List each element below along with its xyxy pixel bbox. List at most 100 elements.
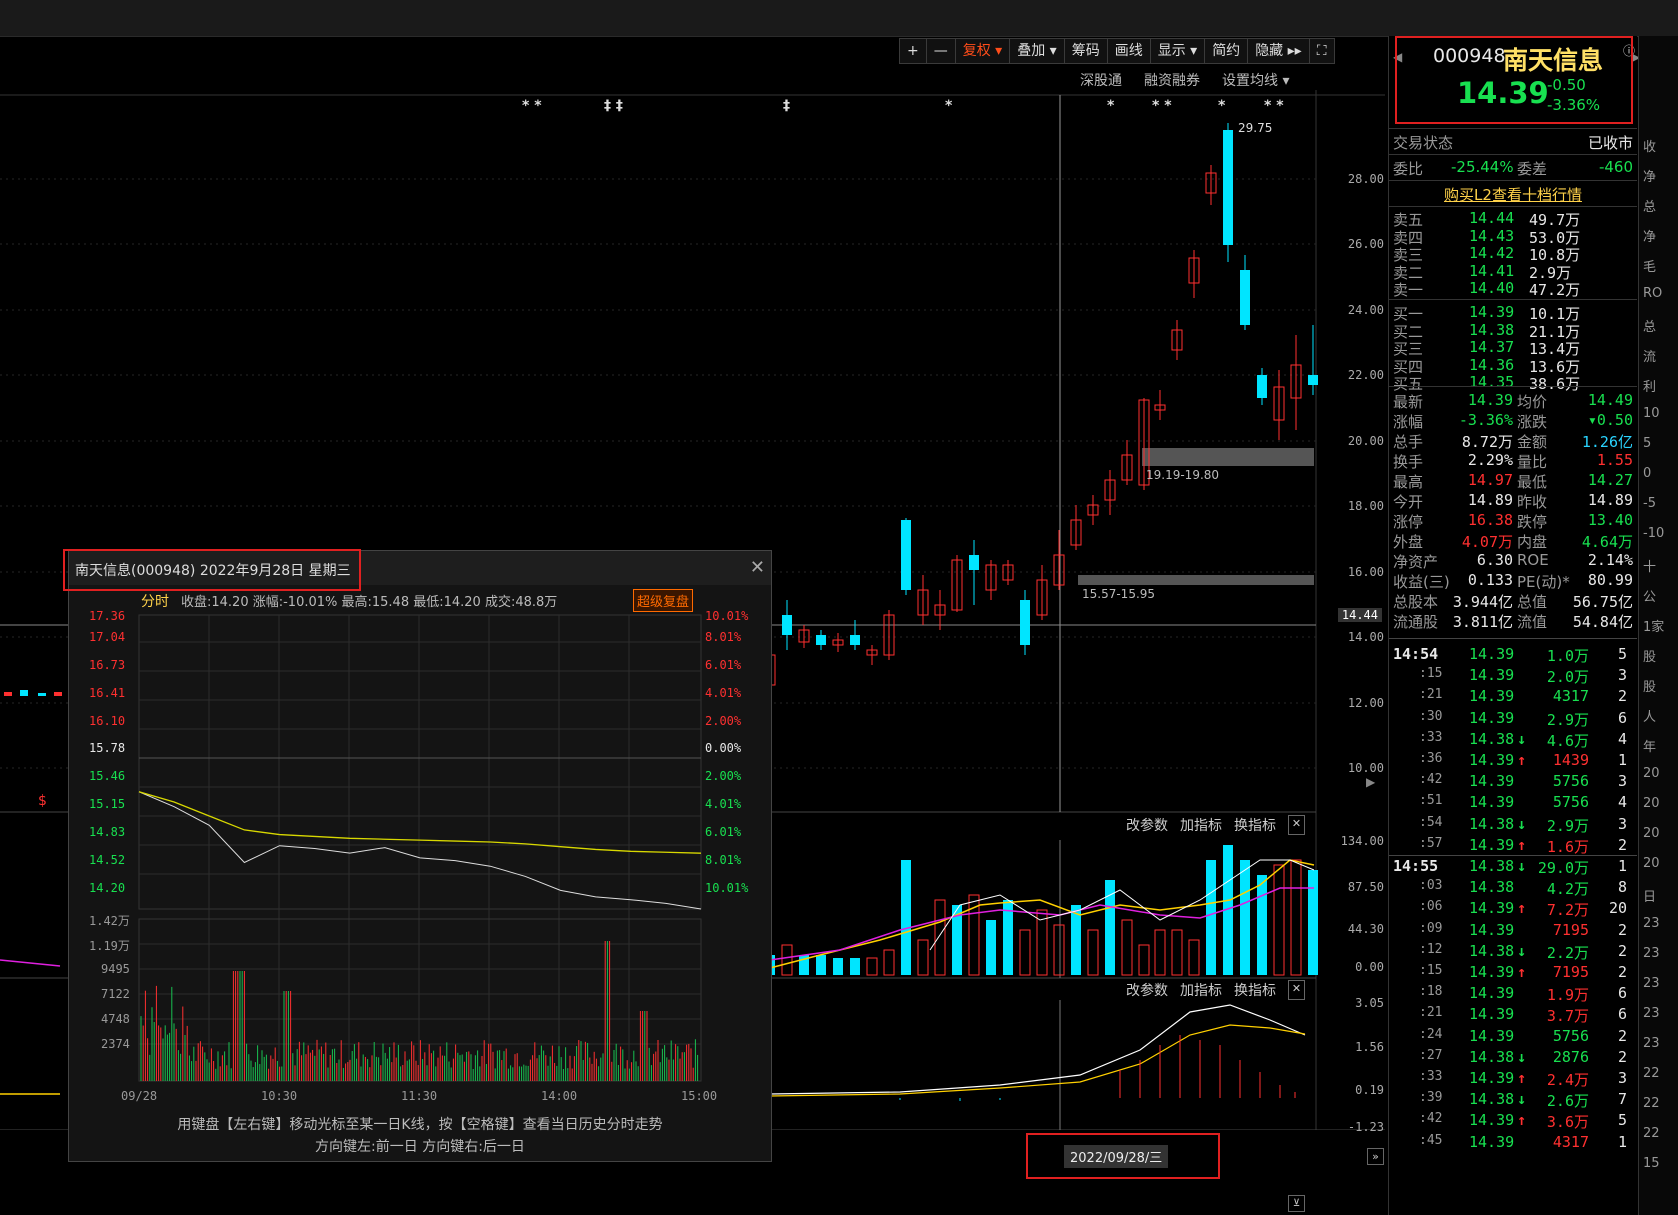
stat-value: 80.99 xyxy=(1587,571,1633,589)
stat-label: 跌停 xyxy=(1517,513,1548,531)
tick-count: 6 xyxy=(1617,1005,1627,1024)
volume-bar-down xyxy=(1257,875,1267,975)
volume-bar-down xyxy=(1105,880,1115,975)
divider xyxy=(1389,855,1637,856)
side-panel-text: 23 xyxy=(1643,976,1660,991)
tick-price: 14.39 xyxy=(1469,645,1515,663)
side-panel-text: 20 xyxy=(1643,826,1660,841)
tick-time: :45 xyxy=(1419,1132,1443,1148)
stat-label: 量比 xyxy=(1517,453,1548,471)
margin-link[interactable]: 融资融券 xyxy=(1144,70,1200,90)
tick-price: 14.38 xyxy=(1469,878,1515,897)
stat-value: 14.97 xyxy=(1467,471,1513,489)
tick-count: 8 xyxy=(1617,878,1627,897)
fuquan-dropdown[interactable]: 复权 ▾ xyxy=(954,38,1011,64)
zoom-in-button[interactable]: + xyxy=(899,38,927,64)
stat-value: ▾0.50 xyxy=(1587,411,1633,429)
stat-value: 14.49 xyxy=(1587,391,1633,409)
volume-bar-up xyxy=(781,944,793,976)
level-price: 14.36 xyxy=(1469,355,1515,374)
pct-tick: 4.01% xyxy=(705,686,742,700)
simple-button[interactable]: 简约 xyxy=(1204,38,1249,64)
tick-count: 2 xyxy=(1617,963,1627,981)
tick-price: 14.39 xyxy=(1469,963,1515,981)
stats-row: 涨停 16.38 跌停 13.40 xyxy=(1389,511,1637,531)
stat-label: 昨收 xyxy=(1517,493,1548,511)
draw-line-button[interactable]: 画线 xyxy=(1106,38,1151,64)
ma-settings-dropdown[interactable]: 设置均线 ▾ xyxy=(1222,70,1289,90)
pct-tick: 8.01% xyxy=(705,853,742,867)
price-tick: 16.41 xyxy=(89,686,126,700)
close-icon[interactable]: ✕ xyxy=(1288,815,1305,835)
pct-tick: 6.01% xyxy=(705,825,742,839)
close-icon[interactable]: ✕ xyxy=(1288,980,1305,1000)
vol-tick: 134.00 xyxy=(1340,834,1384,848)
tick-row: :27 14.38 ↓ 2876 2 xyxy=(1389,1048,1637,1070)
display-dropdown[interactable]: 显示 ▾ xyxy=(1149,38,1206,64)
macd-tick: 1.56 xyxy=(1355,1040,1384,1054)
hk-connect-link[interactable]: 深股通 xyxy=(1080,70,1122,90)
side-panel-text: 1家 xyxy=(1643,620,1665,635)
tick-volume: 1.0万 xyxy=(1546,647,1589,665)
tick-row: 14:55 14.38 ↓ 29.0万 1 xyxy=(1389,857,1637,879)
stat-value: 14.27 xyxy=(1587,471,1633,489)
stat-label: 涨停 xyxy=(1393,513,1424,531)
edit-params-button[interactable]: 改参数 xyxy=(1126,980,1168,1000)
candle-down xyxy=(1308,375,1318,385)
side-panel-text: 0 xyxy=(1643,466,1652,481)
tick-time: :36 xyxy=(1419,751,1443,766)
stat-label: 外盘 xyxy=(1393,533,1424,551)
zoom-out-button[interactable]: — xyxy=(925,38,956,64)
stat-value: -3.36% xyxy=(1458,411,1513,429)
price-tick: 15.15 xyxy=(89,797,126,811)
order-book-row: 买二 14.38 21.1万 xyxy=(1389,321,1637,341)
tick-list[interactable]: 14:54 14.39 1.0万 5:15 14.39 2.0万 3:21 14.39 4317… xyxy=(1389,638,1637,1151)
price-tick: 20.00 xyxy=(1347,434,1384,448)
edit-params-button[interactable]: 改参数 xyxy=(1126,815,1168,835)
add-indicator-button[interactable]: 加指标 xyxy=(1180,815,1222,835)
tick-volume: 7.2万 xyxy=(1546,901,1589,920)
stat-value: 0.133 xyxy=(1467,571,1513,589)
scroll-right-icon[interactable]: » xyxy=(1367,1148,1384,1165)
level-price: 14.39 xyxy=(1469,303,1515,321)
switch-indicator-button[interactable]: 换指标 xyxy=(1234,815,1276,835)
switch-indicator-button[interactable]: 换指标 xyxy=(1234,980,1276,1000)
tick-volume: 5756 xyxy=(1552,793,1589,812)
tick-count: 2 xyxy=(1617,1047,1627,1066)
tick-price: 14.38 xyxy=(1469,729,1515,748)
pct-tick: 2.00% xyxy=(705,714,742,728)
level-price: 14.40 xyxy=(1469,279,1515,297)
side-panel-text: 5 xyxy=(1643,436,1652,451)
level-price: 14.42 xyxy=(1469,244,1515,262)
hide-button[interactable]: 隐藏 ▸▸ xyxy=(1247,38,1310,64)
level-price: 14.41 xyxy=(1469,261,1515,280)
stats-row: 最新 14.39 均价 14.49 xyxy=(1389,391,1637,411)
collapse-panel-icon[interactable]: ▶ xyxy=(1366,775,1375,789)
avg-price-line xyxy=(138,791,702,854)
vol-tick: 9495 xyxy=(101,962,130,976)
tick-volume: 2.9万 xyxy=(1546,816,1589,835)
vol-indicator-controls: 改参数 加指标 换指标 ✕ xyxy=(1126,815,1305,835)
tick-volume: 7195 xyxy=(1552,963,1589,981)
level-price: 14.43 xyxy=(1469,226,1515,245)
tick-price: 14.38 xyxy=(1469,941,1515,960)
cursor-price-label: 14.44 xyxy=(1337,608,1382,622)
tick-count: 5 xyxy=(1617,1111,1627,1130)
expand-icon[interactable]: ⊻ xyxy=(1288,1195,1305,1212)
buy-l2-link[interactable]: 购买L2查看十档行情 xyxy=(1389,180,1637,204)
macd-tick: -1.23 xyxy=(1347,1120,1384,1134)
volume-bar-up xyxy=(1171,929,1183,976)
side-panel-text: 净 xyxy=(1643,230,1657,245)
tick-row: :33 14.39 ↑ 2.4万 3 xyxy=(1389,1069,1637,1091)
volume-bar-up xyxy=(1290,859,1302,976)
chips-button[interactable]: 筹码 xyxy=(1063,38,1108,64)
pct-tick: 2.00% xyxy=(705,769,742,783)
overlay-dropdown[interactable]: 叠加 ▾ xyxy=(1009,38,1065,64)
stat-value: 14.39 xyxy=(1467,391,1513,409)
signal-mark: * xyxy=(945,98,953,114)
add-indicator-button[interactable]: 加指标 xyxy=(1180,980,1222,1000)
stat-label: PE(动)* xyxy=(1517,573,1570,591)
tick-count: 2 xyxy=(1617,1026,1627,1045)
tick-row: :06 14.39 ↑ 7.2万 20 xyxy=(1389,899,1637,921)
fullscreen-icon[interactable]: ⛶ xyxy=(1308,38,1335,64)
